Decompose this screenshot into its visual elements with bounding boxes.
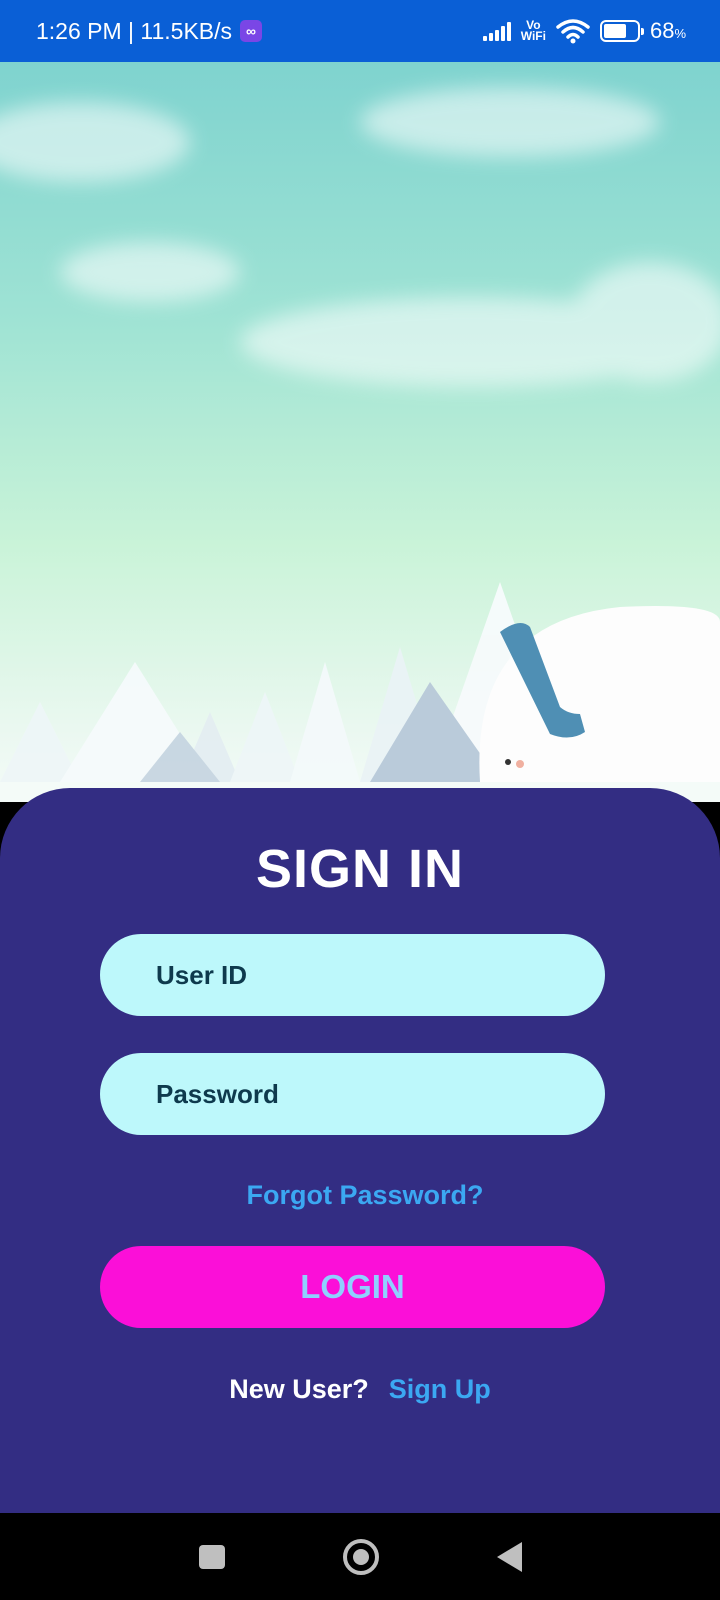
user-id-field[interactable] bbox=[100, 934, 605, 1016]
signup-row: New User? Sign Up bbox=[0, 1374, 720, 1405]
battery-percent-value: 68 bbox=[649, 18, 675, 43]
login-button[interactable]: LOGIN bbox=[100, 1246, 605, 1328]
status-bar: 1:26 PM | 11.5KB/s ∞ Vo WiFi 68% bbox=[0, 0, 720, 62]
password-input[interactable] bbox=[156, 1078, 605, 1110]
user-id-input[interactable] bbox=[156, 959, 605, 991]
infinity-app-icon: ∞ bbox=[240, 20, 263, 42]
triangle-back-icon[interactable] bbox=[496, 1541, 522, 1572]
forgot-password-link[interactable]: Forgot Password? bbox=[0, 1180, 720, 1211]
battery-fill bbox=[603, 24, 626, 38]
circle-inner bbox=[352, 1548, 369, 1565]
background-illustration bbox=[0, 62, 720, 802]
winter-scene-image bbox=[0, 87, 720, 802]
battery-icon bbox=[599, 20, 644, 42]
navigation-bar bbox=[0, 1513, 720, 1600]
status-left: 1:26 PM | 11.5KB/s ∞ bbox=[36, 17, 263, 45]
battery-percent-unit: % bbox=[674, 26, 686, 41]
password-field[interactable] bbox=[100, 1053, 605, 1135]
vowifi-icon: Vo WiFi bbox=[520, 19, 546, 43]
page-title: SIGN IN bbox=[255, 839, 465, 899]
circle-icon[interactable] bbox=[342, 1538, 379, 1575]
wifi-icon bbox=[556, 19, 590, 44]
signin-card: SIGN IN Forgot Password? LOGIN New User?… bbox=[0, 788, 720, 1513]
battery-percent: 68% bbox=[650, 18, 686, 44]
new-user-label: New User? bbox=[229, 1374, 369, 1404]
square-icon[interactable] bbox=[198, 1544, 225, 1569]
sign-up-link[interactable]: Sign Up bbox=[389, 1374, 491, 1405]
status-time-speed: 1:26 PM | 11.5KB/s bbox=[36, 17, 233, 44]
signal-icon bbox=[482, 21, 511, 41]
vowifi-bottom-text: WiFi bbox=[520, 29, 546, 43]
status-right: Vo WiFi 68% bbox=[482, 18, 686, 44]
